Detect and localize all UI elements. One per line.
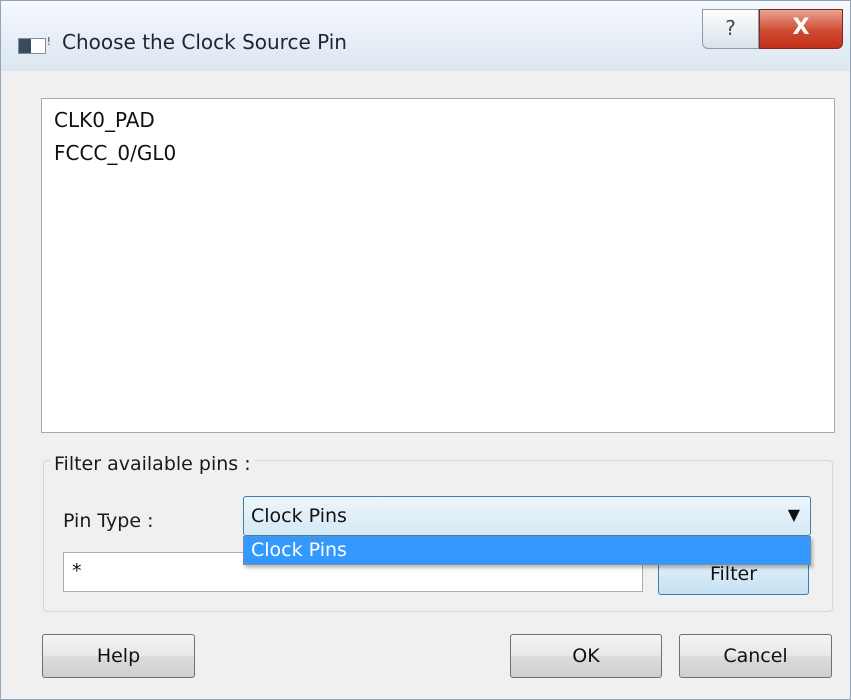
close-button[interactable]: X: [759, 9, 843, 49]
window-icon: !: [18, 35, 51, 54]
pin-type-dropdown: Clock Pins: [243, 536, 811, 565]
help-title-button[interactable]: ?: [702, 9, 759, 49]
list-item[interactable]: FCCC_0/GL0: [42, 138, 834, 171]
chevron-down-icon[interactable]: ▼: [788, 505, 800, 524]
question-icon: ?: [725, 16, 736, 40]
list-item[interactable]: CLK0_PAD: [42, 105, 834, 138]
filter-group-label: Filter available pins :: [50, 453, 255, 475]
cancel-button[interactable]: Cancel: [679, 634, 832, 678]
ok-button[interactable]: OK: [510, 634, 662, 678]
pin-type-label: Pin Type :: [63, 510, 154, 532]
title-bar[interactable]: ! Choose the Clock Source Pin ? X: [1, 1, 850, 71]
dropdown-option-clock-pins[interactable]: Clock Pins: [244, 537, 810, 564]
help-button[interactable]: Help: [42, 634, 195, 678]
pin-list[interactable]: CLK0_PAD FCCC_0/GL0: [41, 98, 835, 433]
close-icon: X: [792, 15, 810, 40]
window-title: Choose the Clock Source Pin: [62, 30, 347, 54]
pin-type-value: Clock Pins: [251, 505, 347, 527]
dialog-window: ! Choose the Clock Source Pin ? X CLK0_P…: [0, 0, 851, 700]
pin-type-select[interactable]: Clock Pins ▼: [243, 496, 811, 536]
